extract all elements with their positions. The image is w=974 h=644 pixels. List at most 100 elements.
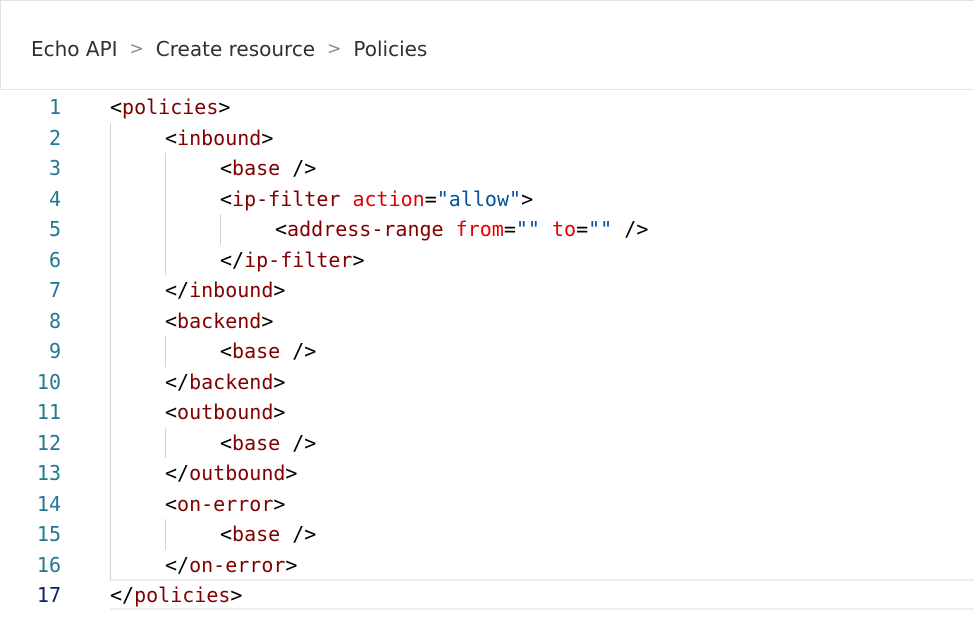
- line-number: 12: [36, 430, 61, 455]
- code-text: <base />: [220, 428, 316, 459]
- code-punctuation: =: [576, 217, 589, 241]
- code-text: <outbound>: [165, 397, 285, 428]
- code-text: </backend>: [165, 367, 285, 398]
- code-line[interactable]: 8 <backend>: [0, 306, 974, 337]
- code-text: <inbound>: [165, 123, 273, 154]
- code-line[interactable]: 16 </on-error>: [0, 550, 974, 581]
- code-punctuation: <: [220, 522, 233, 546]
- code-text: <policies>: [110, 92, 230, 123]
- xml-tag-name: backend: [177, 308, 262, 333]
- xml-tag-name: ip-filter: [232, 186, 341, 211]
- code-line[interactable]: 15 <base />: [0, 519, 974, 550]
- code-text: <base />: [220, 519, 316, 550]
- xml-tag-name: base: [232, 156, 281, 180]
- code-punctuation: />: [280, 522, 317, 546]
- code-punctuation: </: [110, 583, 135, 607]
- line-number: 2: [48, 125, 61, 150]
- code-line[interactable]: 17 </policies>: [0, 580, 974, 611]
- code-punctuation: </: [165, 278, 190, 302]
- xml-tag-name: base: [232, 430, 281, 455]
- xml-tag-name: inbound: [177, 125, 262, 150]
- indent-guide: [165, 153, 166, 275]
- code-punctuation: />: [612, 217, 649, 241]
- line-number: 5: [48, 217, 61, 241]
- code-punctuation: <: [110, 95, 123, 119]
- code-punctuation: />: [280, 156, 317, 180]
- code-text: </policies>: [110, 580, 242, 611]
- xml-tag-name: base: [232, 522, 281, 546]
- code-punctuation: <: [220, 186, 233, 211]
- code-text: <base />: [220, 336, 316, 367]
- breadcrumb-separator: >: [129, 39, 144, 59]
- code-punctuation: >: [230, 583, 243, 607]
- code-line[interactable]: 9 <base />: [0, 336, 974, 367]
- xml-tag-name: policies: [134, 583, 231, 607]
- code-line[interactable]: 4 <ip-filter action="allow">: [0, 184, 974, 215]
- code-line[interactable]: 5 <address-range from="" to="" />: [0, 214, 974, 245]
- xml-tag-name: ip-filter: [244, 247, 353, 272]
- line-number: 8: [48, 308, 61, 333]
- code-punctuation: >: [261, 308, 274, 333]
- breadcrumb-item-create-resource[interactable]: Create resource: [156, 37, 315, 61]
- xml-tag-name: on-error: [189, 552, 286, 577]
- code-punctuation: >: [285, 552, 298, 577]
- code-line[interactable]: 6 </ip-filter>: [0, 245, 974, 276]
- code-line[interactable]: 2 <inbound>: [0, 123, 974, 154]
- xml-string: "": [515, 217, 540, 241]
- code-punctuation: <: [275, 217, 288, 241]
- code-text: </outbound>: [165, 458, 297, 489]
- xml-attribute: to: [552, 217, 577, 241]
- code-punctuation: <: [165, 491, 178, 516]
- code-line[interactable]: 1 <policies>: [0, 92, 974, 123]
- xml-string: "allow": [436, 186, 522, 211]
- code-punctuation: <: [165, 400, 178, 424]
- indent-guide: [165, 519, 166, 550]
- code-punctuation: [444, 217, 456, 241]
- xml-tag-name: outbound: [189, 461, 286, 485]
- code-punctuation: </: [165, 369, 190, 394]
- code-punctuation: >: [273, 369, 286, 394]
- code-punctuation: <: [220, 156, 233, 180]
- code-punctuation: >: [273, 491, 286, 516]
- xml-tag-name: inbound: [189, 278, 274, 302]
- xml-tag-name: base: [232, 339, 281, 363]
- code-line[interactable]: 14 <on-error>: [0, 489, 974, 520]
- code-punctuation: >: [261, 125, 274, 150]
- code-line[interactable]: 10 </backend>: [0, 367, 974, 398]
- code-punctuation: <: [220, 430, 233, 455]
- xml-tag-name: on-error: [177, 491, 274, 516]
- line-number: 17: [36, 583, 61, 607]
- breadcrumb-item-echo-api[interactable]: Echo API: [31, 37, 118, 61]
- indent-guide: [165, 427, 166, 458]
- code-punctuation: </: [220, 247, 245, 272]
- line-number: 11: [36, 400, 61, 424]
- code-punctuation: [340, 187, 352, 211]
- code-line[interactable]: 7 </inbound>: [0, 275, 974, 306]
- code-editor[interactable]: 1 <policies> 2 <inbound> 3 <base /> 4 <ip-filte…: [0, 90, 974, 644]
- breadcrumb-bar: Echo API > Create resource > Policies: [0, 0, 974, 90]
- code-punctuation: />: [280, 430, 317, 455]
- xml-string: "": [588, 217, 613, 241]
- code-punctuation: >: [273, 278, 286, 302]
- xml-tag-name: backend: [189, 369, 274, 394]
- indent-guide: [220, 214, 221, 245]
- code-punctuation: </: [165, 552, 190, 577]
- breadcrumb-item-policies: Policies: [353, 37, 428, 61]
- code-punctuation: >: [273, 400, 286, 424]
- indent-guide: [165, 336, 166, 367]
- code-line[interactable]: 11 <outbound>: [0, 397, 974, 428]
- line-number: 9: [48, 339, 61, 363]
- code-line[interactable]: 13 </outbound>: [0, 458, 974, 489]
- line-number: 3: [48, 156, 61, 180]
- line-number: 6: [48, 247, 61, 272]
- code-punctuation: <: [220, 339, 233, 363]
- code-punctuation: >: [352, 247, 365, 272]
- breadcrumb-separator: >: [327, 39, 342, 59]
- code-punctuation: =: [503, 217, 516, 241]
- code-text: <on-error>: [165, 489, 285, 520]
- code-line[interactable]: 12 <base />: [0, 428, 974, 459]
- line-number: 7: [48, 278, 61, 302]
- code-line[interactable]: 3 <base />: [0, 153, 974, 184]
- breadcrumb: Echo API > Create resource > Policies: [31, 37, 427, 61]
- code-text: <ip-filter action="allow">: [220, 184, 533, 215]
